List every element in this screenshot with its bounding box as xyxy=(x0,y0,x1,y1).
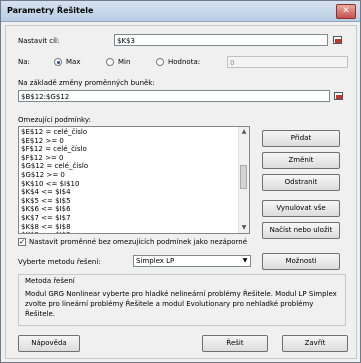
constraints-scrollbar[interactable]: ▲ ▼ xyxy=(238,127,249,233)
constraint-item[interactable]: $G$12 >= 0 xyxy=(21,171,237,180)
constraint-item[interactable]: $K$5 <= $I$5 xyxy=(21,197,237,206)
load-save-button[interactable]: Načíst nebo uložit xyxy=(262,222,340,239)
changing-cells-ref-button[interactable] xyxy=(333,91,344,101)
changing-cells-input[interactable]: $B$12:$G$12 xyxy=(18,90,330,102)
change-constraint-button[interactable]: Změnit xyxy=(262,152,340,169)
constraint-item[interactable]: $E$12 >= 0 xyxy=(21,137,237,146)
delete-constraint-button[interactable]: Odstranit xyxy=(262,174,340,191)
reset-all-button[interactable]: Vynulovat vše xyxy=(262,200,340,217)
objective-ref-button[interactable] xyxy=(332,35,343,45)
target-label: Na: xyxy=(18,58,30,66)
method-info-group: Metoda řešení Modul GRG Nonlinear vybert… xyxy=(18,274,346,326)
changing-cells-label: Na základě změny proměnných buněk: xyxy=(18,79,155,87)
scroll-thumb[interactable] xyxy=(240,165,247,189)
radio-min[interactable] xyxy=(106,58,114,66)
method-select[interactable]: Simplex LP ▼ xyxy=(133,255,251,267)
constraint-item[interactable]: $K$6 <= $I$6 xyxy=(21,205,237,214)
constraint-item[interactable]: $K$7 <= $I$7 xyxy=(21,214,237,223)
options-button[interactable]: Možnosti xyxy=(262,253,340,270)
radio-max[interactable] xyxy=(54,58,62,66)
nonnegative-label: Nastavit proměnné bez omezujících podmín… xyxy=(29,238,248,246)
dialog-body: Nastavit cíl: $K$3 Na: Max Min Hodnota: … xyxy=(5,25,357,359)
title-bar[interactable]: Parametry Řešitele ✕ xyxy=(1,1,360,22)
constraint-item[interactable]: $K$10 <= $I$10 xyxy=(21,180,237,189)
solver-dialog: Parametry Řešitele ✕ Nastavit cíl: $K$3 … xyxy=(0,0,361,363)
method-select-value: Simplex LP xyxy=(136,257,175,265)
window-title: Parametry Řešitele xyxy=(7,6,94,15)
method-info-title: Metoda řešení xyxy=(25,277,75,285)
solve-button[interactable]: Řešit xyxy=(202,335,268,352)
radio-value[interactable] xyxy=(156,58,164,66)
close-button[interactable]: Zavřít xyxy=(282,335,348,352)
constraint-item[interactable]: $K$9 <= $I$9 xyxy=(21,231,237,233)
target-value-input[interactable]: 0 xyxy=(227,56,348,68)
constraint-item[interactable]: $K$8 <= $I$8 xyxy=(21,223,237,232)
objective-label: Nastavit cíl: xyxy=(18,37,60,45)
method-info-text: Modul GRG Nonlinear vyberte pro hladké n… xyxy=(25,290,337,318)
close-window-button[interactable]: ✕ xyxy=(336,4,356,19)
radio-value-label: Hodnota: xyxy=(168,58,201,66)
objective-input[interactable]: $K$3 xyxy=(114,34,328,46)
radio-max-label: Max xyxy=(66,58,81,66)
constraint-item[interactable]: $F$12 >= 0 xyxy=(21,154,237,163)
constraints-list[interactable]: $E$12 = celé_číslo $E$12 >= 0 $F$12 = celé… xyxy=(18,126,250,234)
constraint-item[interactable]: $E$12 = celé_číslo xyxy=(21,128,237,137)
constraint-item[interactable]: $G$12 = celé_číslo xyxy=(21,162,237,171)
nonnegative-checkbox[interactable]: ✓ xyxy=(18,238,26,246)
radio-min-label: Min xyxy=(118,58,131,66)
constraint-item[interactable]: $F$12 = celé_číslo xyxy=(21,145,237,154)
chevron-down-icon: ▼ xyxy=(242,257,248,264)
constraints-label: Omezující podmínky: xyxy=(18,116,91,124)
constraints-rows: $E$12 = celé_číslo $E$12 >= 0 $F$12 = celé… xyxy=(21,128,237,233)
add-constraint-button[interactable]: Přidat xyxy=(262,130,340,147)
method-label: Vyberte metodu řešení: xyxy=(18,258,101,266)
scroll-down-icon[interactable]: ▼ xyxy=(239,223,249,233)
help-button[interactable]: Nápověda xyxy=(18,335,80,352)
scroll-up-icon[interactable]: ▲ xyxy=(239,127,249,137)
constraint-item[interactable]: $K$4 <= $I$4 xyxy=(21,188,237,197)
